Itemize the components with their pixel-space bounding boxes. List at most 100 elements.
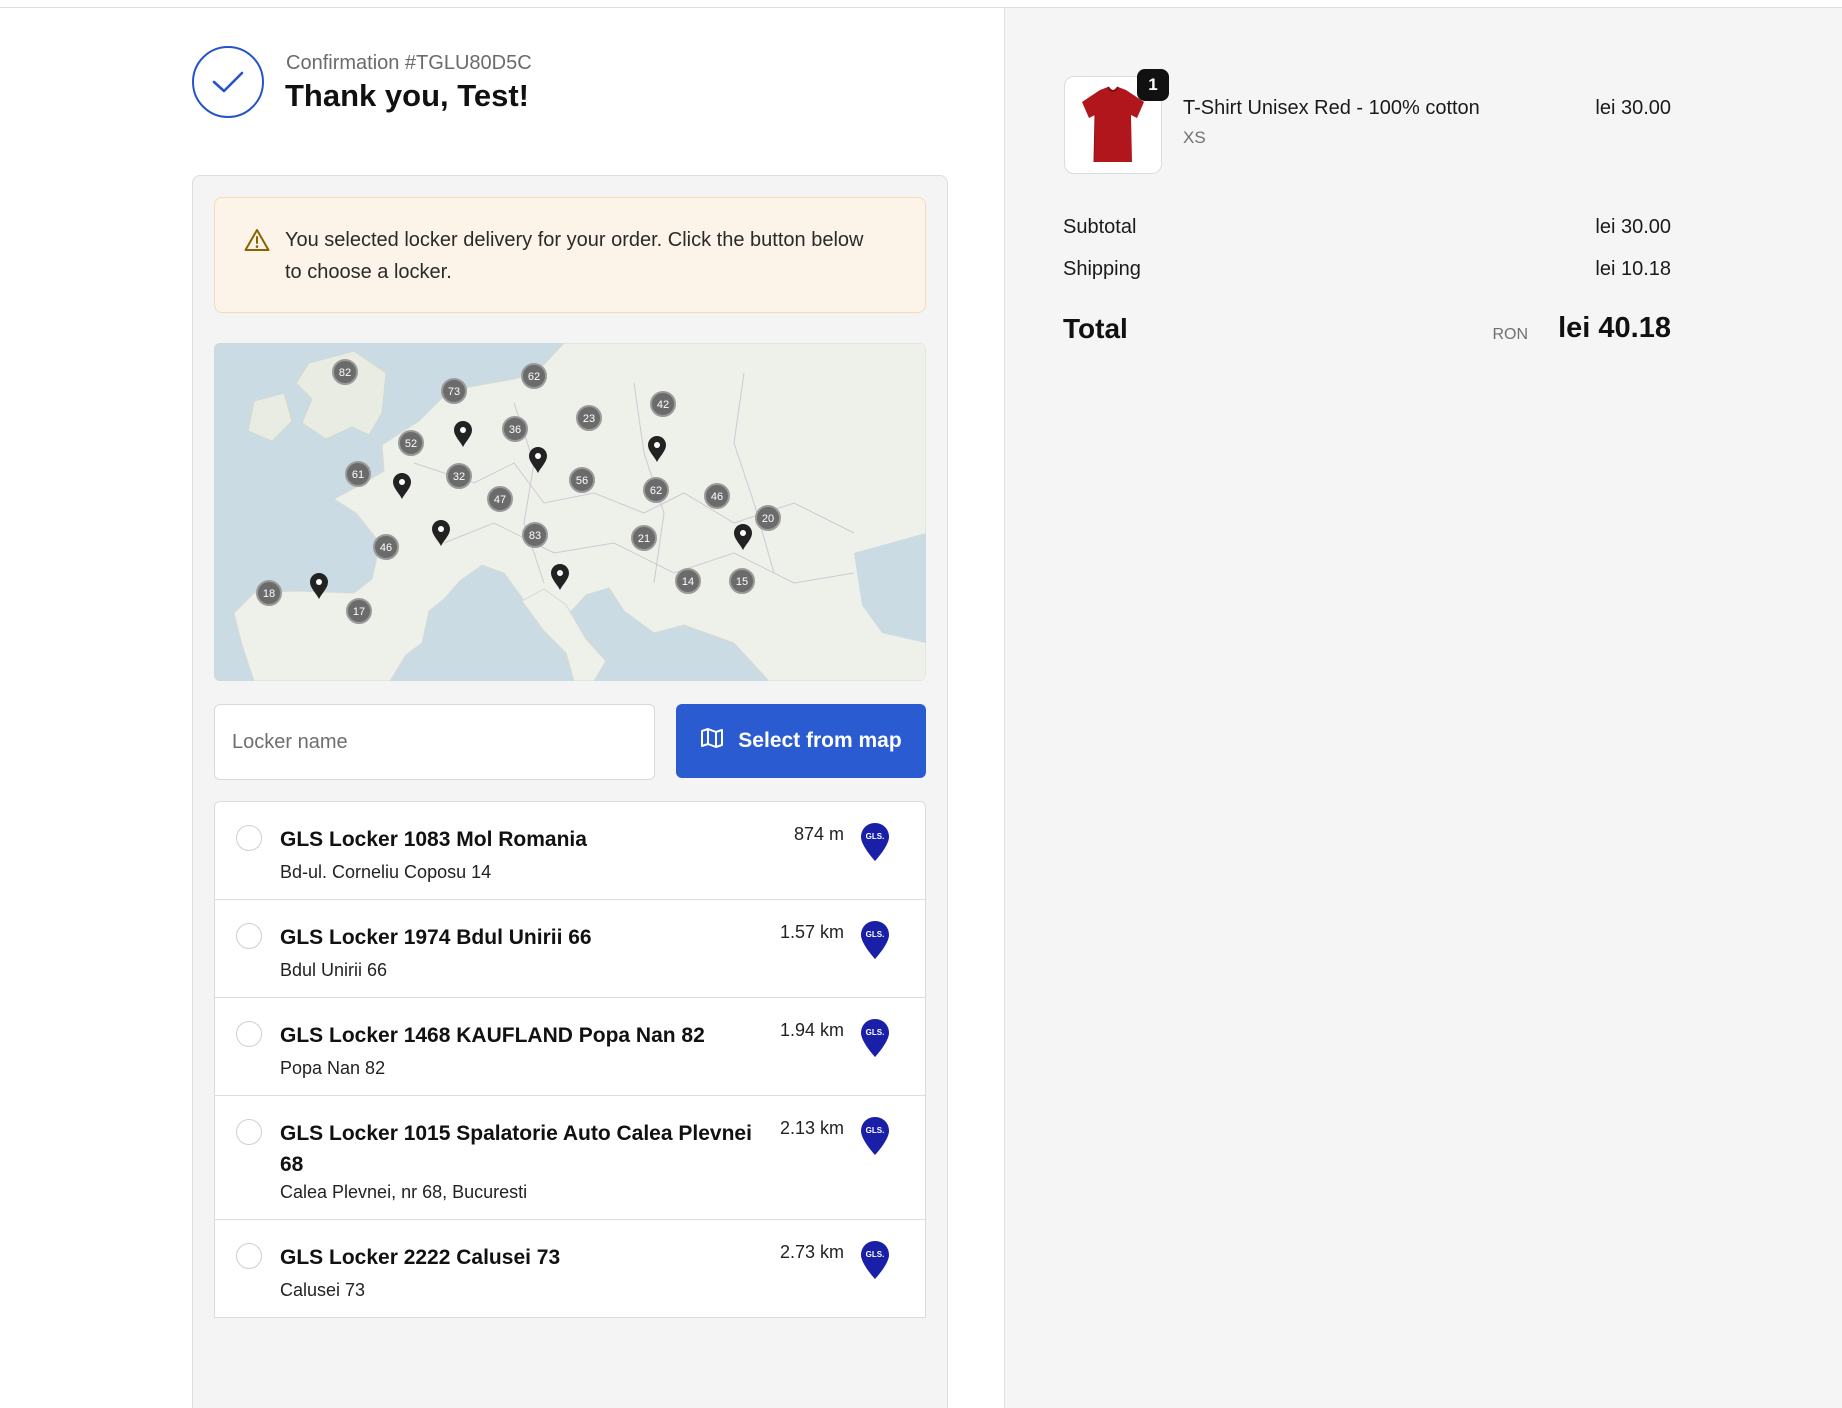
map-cluster-marker[interactable]: 32	[446, 463, 472, 489]
locker-address: Calusei 73	[280, 1280, 366, 1300]
total-value: lei 40.18	[1558, 312, 1671, 344]
locker-card: You selected locker delivery for your or…	[192, 175, 948, 1408]
subtotal-label: Subtotal	[1063, 216, 1137, 238]
map-cluster-marker[interactable]: 18	[256, 580, 282, 606]
map-cluster-count: 23	[583, 413, 595, 425]
map-cluster-marker[interactable]: 42	[650, 391, 676, 417]
locker-distance: 1.57 km	[779, 922, 844, 942]
top-border	[0, 0, 1842, 8]
map-cluster-count: 46	[711, 491, 723, 503]
svg-text:GLS.: GLS.	[866, 1250, 885, 1259]
map-cluster-marker[interactable]: 62	[521, 363, 547, 389]
locker-name: GLS Locker 2222 Calusei 73	[280, 1246, 561, 1269]
locker-name-input[interactable]	[214, 704, 655, 780]
map-cluster-count: 18	[263, 588, 275, 600]
map-cluster-count: 17	[353, 606, 365, 618]
map-cluster-count: 14	[682, 576, 694, 588]
map-cluster-marker[interactable]: 56	[569, 467, 595, 493]
locker-radio[interactable]	[236, 1243, 262, 1269]
map-pin-dot	[438, 526, 444, 532]
locker-distance: 2.13 km	[779, 1118, 844, 1138]
map-cluster-count: 82	[339, 367, 351, 379]
select-from-map-label: Select from map	[738, 729, 902, 752]
locker-radio[interactable]	[236, 923, 262, 949]
order-summary: 1 T-Shirt Unisex Red - 100% cotton XS le…	[1004, 8, 1842, 1408]
map-cluster-marker[interactable]: 83	[522, 522, 548, 548]
map-cluster-count: 20	[762, 513, 774, 525]
map-cluster-marker[interactable]: 47	[487, 486, 513, 512]
select-from-map-button[interactable]: Select from map	[676, 704, 926, 778]
map-cluster-marker[interactable]: 73	[441, 378, 467, 404]
map-cluster-marker[interactable]: 62	[643, 477, 669, 503]
locker-row[interactable]: GLS Locker 1974 Bdul Unirii 66 1.57 km B…	[215, 900, 925, 998]
map-cluster-marker[interactable]: 23	[576, 405, 602, 431]
map-cluster-marker[interactable]: 52	[398, 430, 424, 456]
map-cluster-count: 56	[576, 475, 588, 487]
gls-logo-icon: GLS.	[860, 920, 890, 965]
locker-distance: 874 m	[793, 824, 844, 844]
page-title: Thank you, Test!	[285, 78, 530, 113]
map-cluster-count: 46	[380, 542, 392, 554]
svg-text:GLS.: GLS.	[866, 930, 885, 939]
map-cluster-marker[interactable]: 46	[704, 483, 730, 509]
map-cluster-marker[interactable]: 61	[345, 461, 371, 487]
gls-logo-icon: GLS.	[860, 1240, 890, 1285]
map-cluster-count: 21	[638, 533, 650, 545]
alert-text: You selected locker delivery for your or…	[285, 229, 864, 283]
locker-radio[interactable]	[236, 1119, 262, 1145]
svg-text:GLS.: GLS.	[866, 1126, 885, 1135]
map-cluster-marker[interactable]: 15	[729, 568, 755, 594]
quantity-badge: 1	[1137, 69, 1169, 101]
map-pin-dot	[535, 453, 541, 459]
gls-logo-icon: GLS.	[860, 822, 890, 867]
map-pin-dot	[557, 570, 563, 576]
locker-radio[interactable]	[236, 1021, 262, 1047]
svg-text:GLS.: GLS.	[866, 832, 885, 841]
map-pin-dot	[460, 427, 466, 433]
map-pin-dot	[316, 579, 322, 585]
map-cluster-marker[interactable]: 20	[755, 505, 781, 531]
map-pin-dot	[399, 479, 405, 485]
locker-alert: You selected locker delivery for your or…	[214, 197, 926, 313]
currency-code: RON	[1492, 326, 1528, 343]
map-cluster-marker[interactable]: 46	[373, 534, 399, 560]
success-check-icon	[192, 46, 264, 118]
locker-row[interactable]: GLS Locker 1015 Spalatorie Auto Calea Pl…	[215, 1096, 925, 1220]
locker-row[interactable]: GLS Locker 1468 KAUFLAND Popa Nan 82 1.9…	[215, 998, 925, 1096]
map-cluster-count: 62	[650, 485, 662, 497]
main-panel: Confirmation #TGLU80D5C Thank you, Test!…	[0, 8, 1004, 1408]
map-pin-dot	[654, 442, 660, 448]
map-canvas[interactable]: 82 73 62 42 23 36 52 61 32 47 56 62 46 20 83 21 46 14 15 18…	[214, 343, 926, 681]
gls-logo-icon: GLS.	[860, 1116, 890, 1161]
map-cluster-marker[interactable]: 14	[675, 568, 701, 594]
shipping-label: Shipping	[1063, 258, 1141, 280]
map-cluster-marker[interactable]: 17	[346, 598, 372, 624]
locker-address: Calea Plevnei, nr 68, Bucuresti	[280, 1182, 528, 1202]
map-cluster-count: 32	[453, 471, 465, 483]
locker-address: Popa Nan 82	[280, 1058, 386, 1078]
locker-address: Bdul Unirii 66	[280, 960, 388, 980]
map-cluster-count: 73	[448, 386, 460, 398]
locker-map[interactable]: 82 73 62 42 23 36 52 61 32 47 56 62 46 20 83 21 46 14 15 18…	[214, 343, 926, 681]
locker-address: Bd-ul. Corneliu Coposu 14	[280, 862, 492, 882]
confirmation-number: Confirmation #TGLU80D5C	[286, 52, 532, 74]
locker-name: GLS Locker 1083 Mol Romania	[280, 828, 587, 851]
map-cluster-marker[interactable]: 36	[502, 416, 528, 442]
locker-row[interactable]: GLS Locker 2222 Calusei 73 2.73 km Calus…	[215, 1220, 925, 1318]
locker-list: GLS Locker 1083 Mol Romania 874 m Bd-ul.…	[214, 801, 926, 1318]
map-cluster-count: 52	[405, 438, 417, 450]
map-cluster-count: 61	[352, 469, 364, 481]
locker-row[interactable]: GLS Locker 1083 Mol Romania 874 m Bd-ul.…	[215, 802, 925, 900]
shipping-value: lei 10.18	[1595, 258, 1671, 280]
map-cluster-count: 83	[529, 530, 541, 542]
gls-logo-icon: GLS.	[860, 1018, 890, 1063]
locker-distance: 2.73 km	[779, 1242, 844, 1262]
locker-radio[interactable]	[236, 825, 262, 851]
map-cluster-marker[interactable]: 21	[631, 525, 657, 551]
map-cluster-marker[interactable]: 82	[332, 359, 358, 385]
total-label: Total	[1063, 313, 1128, 344]
map-pin-dot	[740, 530, 746, 536]
product-price: lei 30.00	[1595, 97, 1671, 119]
map-cluster-count: 36	[509, 424, 521, 436]
warning-icon	[244, 228, 270, 257]
